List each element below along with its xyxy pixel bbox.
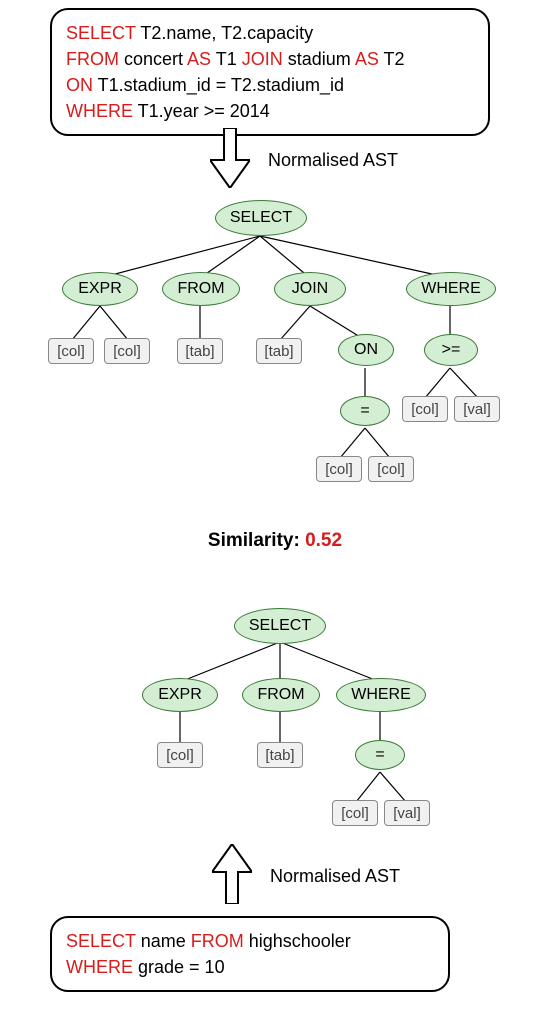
- ast-leaf-col: [col]: [402, 396, 448, 422]
- ast-node-expr: EXPR: [62, 272, 138, 306]
- sql-line: FROM concert AS T1 JOIN stadium AS T2: [66, 46, 474, 72]
- arrow-label-top: Normalised AST: [268, 150, 398, 171]
- ast-leaf-col: [col]: [104, 338, 150, 364]
- ast-node-where: WHERE: [336, 678, 426, 712]
- ast-leaf-tab: [tab]: [177, 338, 223, 364]
- similarity-value: 0.52: [305, 530, 342, 551]
- ast-node-eq: =: [355, 740, 405, 770]
- ast-node-from: FROM: [242, 678, 320, 712]
- ast-leaf-col: [col]: [48, 338, 94, 364]
- ast-node-expr: EXPR: [142, 678, 218, 712]
- sql-text: T1.stadium_id = T2.stadium_id: [93, 75, 344, 95]
- ast-node-join: JOIN: [274, 272, 346, 306]
- ast-leaf-col: [col]: [368, 456, 414, 482]
- ast-leaf-col: [col]: [316, 456, 362, 482]
- sql-line: ON T1.stadium_id = T2.stadium_id: [66, 72, 474, 98]
- sql-line: WHERE T1.year >= 2014: [66, 98, 474, 124]
- arrow-up-icon: [212, 844, 252, 904]
- keyword-from: FROM: [66, 49, 119, 69]
- keyword-where: WHERE: [66, 957, 133, 977]
- keyword-join: JOIN: [242, 49, 283, 69]
- ast-leaf-val: [val]: [384, 800, 430, 826]
- sql-text: T2: [379, 49, 405, 69]
- sql-text: T2.name, T2.capacity: [136, 23, 313, 43]
- keyword-select: SELECT: [66, 931, 136, 951]
- keyword-on: ON: [66, 75, 93, 95]
- keyword-as: AS: [187, 49, 211, 69]
- ast-node-select: SELECT: [215, 200, 307, 236]
- sql-text: stadium: [283, 49, 355, 69]
- similarity-text: Similarity:: [208, 530, 305, 551]
- arrow-label-bottom: Normalised AST: [270, 866, 400, 887]
- sql-box-top: SELECT T2.name, T2.capacity FROM concert…: [50, 8, 490, 136]
- sql-box-bottom: SELECT name FROM highschooler WHERE grad…: [50, 916, 450, 992]
- ast-leaf-col: [col]: [157, 742, 203, 768]
- ast-leaf-tab: [tab]: [257, 742, 303, 768]
- keyword-where: WHERE: [66, 101, 133, 121]
- similarity-label: Similarity: 0.52: [0, 530, 550, 552]
- sql-line: SELECT T2.name, T2.capacity: [66, 20, 474, 46]
- sql-line: SELECT name FROM highschooler: [66, 928, 434, 954]
- sql-text: concert: [119, 49, 187, 69]
- arrow-down-icon: [210, 128, 250, 188]
- ast-leaf-val: [val]: [454, 396, 500, 422]
- sql-text: grade = 10: [133, 957, 225, 977]
- keyword-from: FROM: [191, 931, 244, 951]
- ast-leaf-tab: [tab]: [256, 338, 302, 364]
- ast-node-where: WHERE: [406, 272, 496, 306]
- ast-node-eq: =: [340, 396, 390, 426]
- ast-node-ge: >=: [424, 334, 478, 366]
- sql-text: name: [136, 931, 191, 951]
- ast-leaf-col: [col]: [332, 800, 378, 826]
- ast-node-on: ON: [338, 334, 394, 366]
- ast-node-select: SELECT: [234, 608, 326, 644]
- keyword-as: AS: [355, 49, 379, 69]
- sql-text: T1.year >= 2014: [133, 101, 270, 121]
- sql-text: T1: [211, 49, 242, 69]
- sql-text: highschooler: [244, 931, 351, 951]
- sql-line: WHERE grade = 10: [66, 954, 434, 980]
- keyword-select: SELECT: [66, 23, 136, 43]
- ast-node-from: FROM: [162, 272, 240, 306]
